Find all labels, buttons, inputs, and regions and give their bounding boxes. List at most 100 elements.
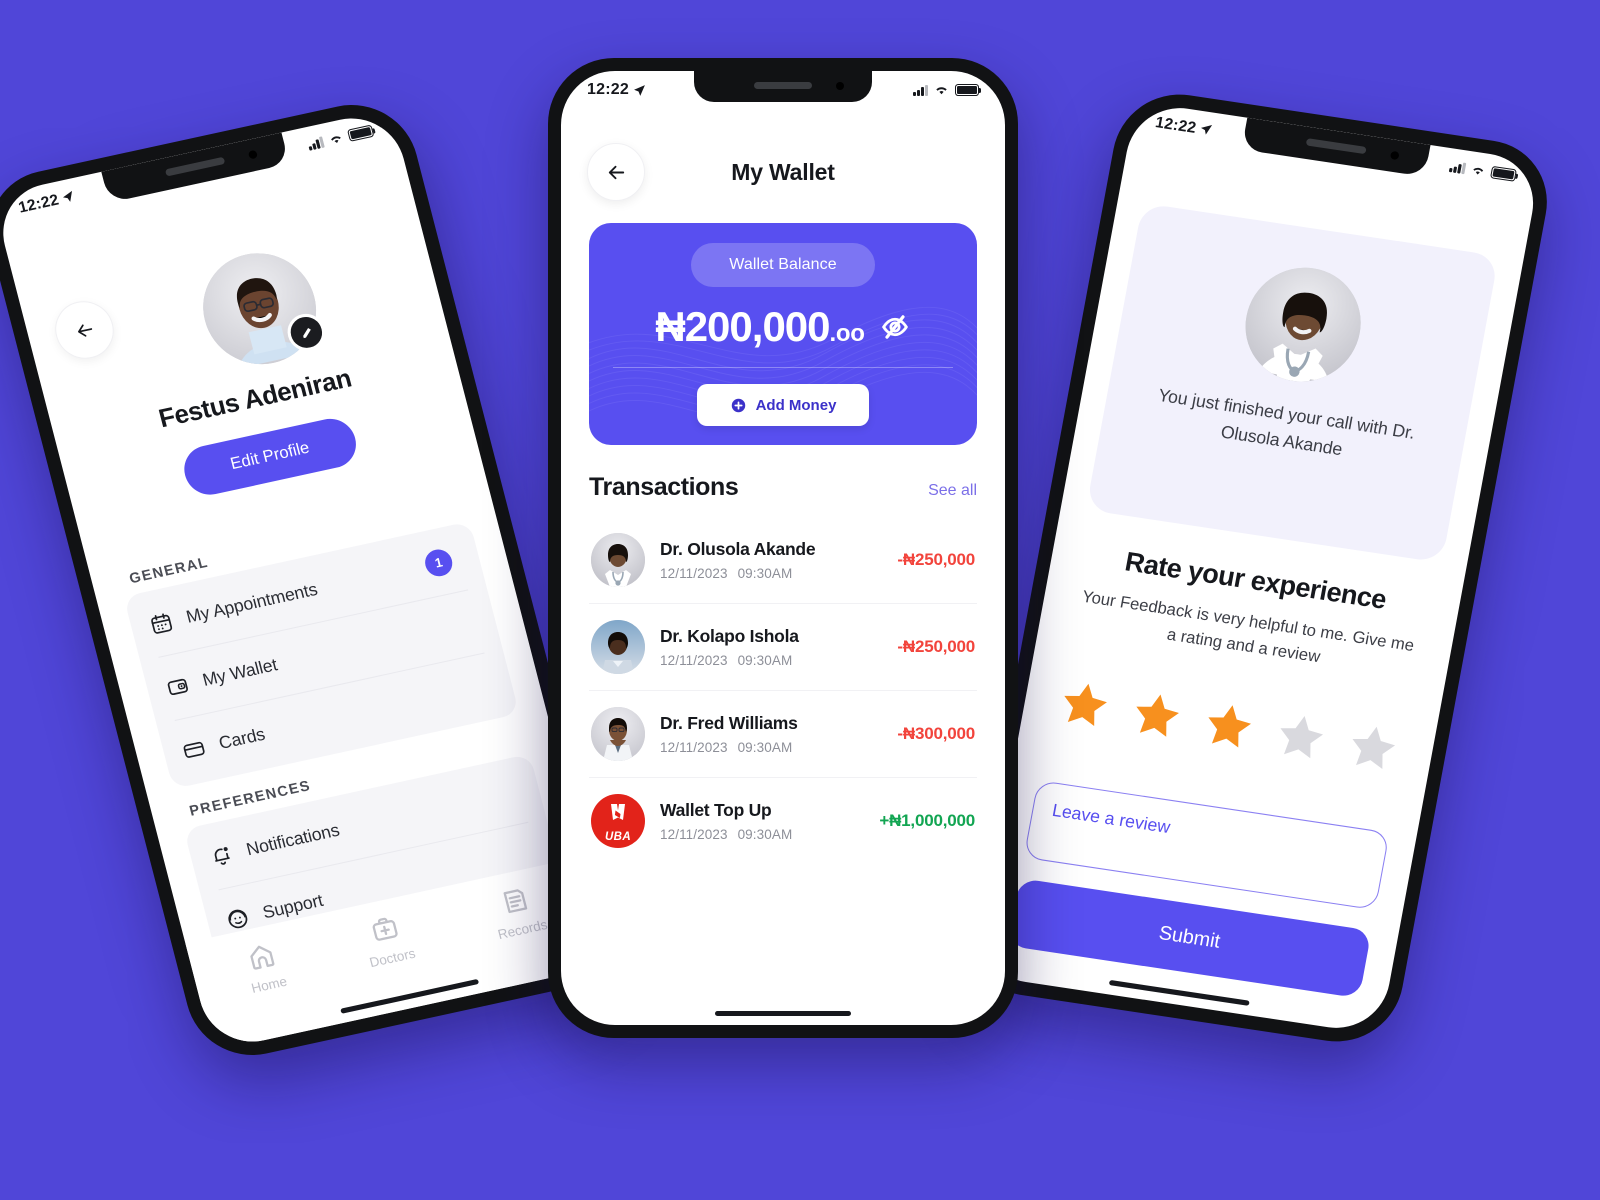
star-icon-2-filled[interactable] [1125, 685, 1188, 746]
add-money-label: Add Money [755, 396, 837, 414]
transaction-name: Wallet Top Up [660, 800, 772, 820]
battery-icon [955, 84, 982, 96]
transaction-meta: 12/11/2023 09:30AM [660, 827, 864, 842]
wallet-back-button[interactable] [587, 143, 645, 201]
status-indicators [913, 84, 982, 96]
wallet-balance-card: Wallet Balance ₦ 200,000 .oo Add Money [589, 223, 977, 445]
status-indicators [307, 124, 375, 151]
star-icon-1-filled[interactable] [1053, 674, 1116, 735]
see-all-link[interactable]: See all [928, 482, 977, 500]
transaction-info: Dr. Olusola Akande 12/11/2023 09:30AM [660, 539, 882, 581]
uba-bank-logo: UBA [591, 794, 645, 848]
transaction-amount: +₦1,000,000 [879, 811, 975, 830]
pencil-icon [302, 327, 311, 338]
transaction-amount: -₦250,000 [897, 637, 975, 656]
transaction-time: 09:30AM [737, 566, 793, 581]
wallet-amount-row: ₦ 200,000 .oo [589, 303, 977, 351]
wifi-icon [1473, 167, 1484, 174]
status-time: 12:22 [1153, 113, 1198, 137]
add-money-button[interactable]: Add Money [697, 384, 869, 426]
doctor-male-avatar [591, 620, 645, 674]
star-icon-5-empty[interactable] [1341, 717, 1404, 778]
sidebar-item-label: Notifications [244, 820, 342, 860]
phone-left-profile: 12:22 Festus Adeniran Edit Profile GENER… [0, 92, 629, 1068]
star-icon-4-empty[interactable] [1269, 707, 1332, 768]
status-indicators [1449, 160, 1517, 182]
transaction-date: 12/11/2023 [660, 566, 728, 581]
transaction-time: 09:30AM [737, 740, 793, 755]
wallet-icon [167, 678, 188, 696]
wallet-header: My Wallet [561, 141, 1005, 203]
tab-records[interactable]: Records [487, 881, 549, 942]
transaction-date: 12/11/2023 [660, 653, 728, 668]
transaction-meta: 12/11/2023 09:30AM [660, 566, 882, 581]
credit-card-icon [183, 741, 205, 758]
status-time: 12:22 [587, 81, 629, 98]
plus-circle-icon [731, 398, 745, 412]
rating-screen: 12:22 You just finished your call with D… [974, 101, 1542, 1035]
uba-wordmark: UBA [604, 831, 632, 843]
arrow-left-icon [608, 165, 624, 179]
transaction-time: 09:30AM [737, 827, 793, 842]
currency-symbol: ₦ [655, 303, 685, 350]
wallet-balance-label: Wallet Balance [691, 243, 875, 287]
amount-minor: .oo [829, 320, 865, 347]
doctor-bag-icon [372, 917, 398, 941]
tab-label: Records [496, 916, 549, 943]
status-time-group: 12:22 [16, 187, 76, 216]
transaction-info: Dr. Kolapo Ishola 12/11/2023 09:30AM [660, 626, 882, 668]
sidebar-item-label: Cards [216, 724, 268, 754]
poster-stage: 12:22 Festus Adeniran Edit Profile GENER… [0, 0, 1600, 1200]
edit-profile-button[interactable]: Edit Profile [178, 414, 362, 500]
profile-screen: 12:22 Festus Adeniran Edit Profile GENER… [0, 108, 613, 1052]
card-divider [613, 367, 953, 368]
transaction-amount: -₦300,000 [897, 724, 975, 743]
status-time-group: 12:22 [1154, 113, 1214, 139]
transaction-info: Dr. Fred Williams 12/11/2023 09:30AM [660, 713, 882, 755]
transaction-date: 12/11/2023 [660, 827, 728, 842]
transaction-name: Dr. Olusola Akande [660, 539, 816, 559]
uba-mark-icon [611, 804, 625, 820]
edit-profile-label: Edit Profile [228, 439, 312, 474]
status-time: 12:22 [16, 190, 61, 217]
user-avatar [190, 242, 329, 375]
profile-back-button[interactable] [48, 295, 121, 365]
tab-home[interactable]: Home [241, 938, 289, 996]
amount-major: 200,000 [684, 303, 831, 350]
star-rating-control[interactable] [1021, 670, 1436, 784]
review-placeholder: Leave a review [1050, 800, 1172, 838]
status-bar: 12:22 [1130, 101, 1542, 196]
tab-label: Doctors [367, 945, 417, 971]
battery-icon [1490, 166, 1517, 182]
table-row[interactable]: Dr. Olusola Akande 12/11/2023 09:30AM -₦2… [589, 517, 977, 604]
tab-doctors[interactable]: Doctors [359, 910, 417, 970]
call-summary-message: You just finished your call with Dr. Olu… [1156, 385, 1417, 459]
home-icon [250, 945, 275, 970]
bell-icon [214, 847, 230, 865]
eye-off-icon[interactable] [879, 311, 911, 343]
transactions-header: Transactions See all [589, 473, 977, 502]
status-bar: 12:22 [0, 109, 400, 230]
cellular-signal-icon [1449, 160, 1467, 174]
transactions-title: Transactions [589, 473, 739, 501]
table-row[interactable]: UBA Wallet Top Up 12/11/2023 09:30AM +₦1,… [589, 778, 977, 864]
avatar-illustration [591, 620, 645, 674]
avatar-illustration [591, 707, 645, 761]
table-row[interactable]: Dr. Fred Williams 12/11/2023 09:30AM -₦30… [589, 691, 977, 778]
home-indicator [1108, 979, 1250, 1006]
location-arrow-icon [63, 190, 73, 202]
table-row[interactable]: Dr. Kolapo Ishola 12/11/2023 09:30AM -₦25… [589, 604, 977, 691]
battery-icon [347, 124, 375, 142]
wallet-balance-label-text: Wallet Balance [729, 256, 837, 273]
calendar-icon [151, 613, 173, 634]
doctor-female-avatar [591, 533, 645, 587]
sidebar-item-label: My Appointments [184, 579, 320, 627]
location-arrow-icon [634, 84, 645, 96]
transaction-meta: 12/11/2023 09:30AM [660, 653, 882, 668]
transaction-info: Wallet Top Up 12/11/2023 09:30AM [660, 800, 864, 842]
transaction-name: Dr. Kolapo Ishola [660, 626, 799, 646]
star-icon-3-filled[interactable] [1197, 696, 1260, 757]
records-icon [503, 889, 527, 914]
tab-label: Home [249, 973, 289, 996]
avatar-illustration [591, 533, 645, 587]
